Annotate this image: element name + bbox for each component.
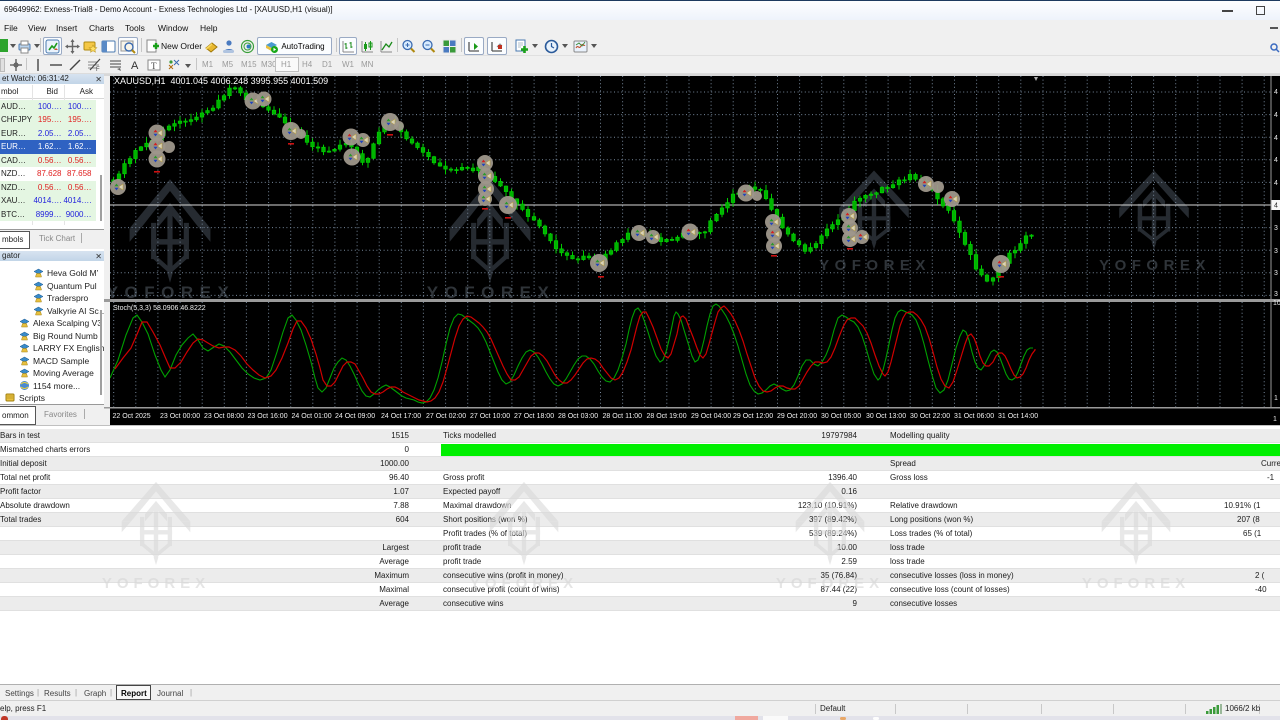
svg-text:F: F: [96, 67, 100, 72]
svg-text:Stoch(5,3,3) 58.0906 46.8222: Stoch(5,3,3) 58.0906 46.8222: [113, 305, 206, 312]
svg-text:4: 4: [1274, 157, 1278, 164]
svg-text:10: 10: [1273, 300, 1280, 307]
svg-text:4: 4: [1274, 112, 1278, 119]
svg-text:A: A: [131, 60, 139, 72]
svg-text:28 Oct 11:00: 28 Oct 11:00: [603, 413, 643, 420]
svg-text:29 Oct 04:00: 29 Oct 04:00: [691, 413, 731, 420]
svg-text:4: 4: [1274, 203, 1278, 210]
svg-text:28 Oct 03:00: 28 Oct 03:00: [558, 413, 598, 420]
svg-text:29 Oct 12:00: 29 Oct 12:00: [733, 413, 773, 420]
svg-text:27 Oct 18:00: 27 Oct 18:00: [514, 413, 554, 420]
svg-text:1: 1: [1273, 416, 1277, 423]
svg-text:23 Oct 16:00: 23 Oct 16:00: [248, 413, 288, 420]
svg-text:4: 4: [1274, 180, 1278, 187]
svg-text:23 Oct 08:00: 23 Oct 08:00: [204, 413, 244, 420]
svg-text:1: 1: [1274, 395, 1278, 402]
svg-text:XAUUSD,H1 4001.045 4006.248 3: XAUUSD,H1 4001.045 4006.248 3995.955 400…: [114, 76, 328, 86]
svg-text:30 Oct 13:00: 30 Oct 13:00: [866, 413, 906, 420]
svg-text:3: 3: [1274, 291, 1278, 298]
svg-text:29 Oct 20:00: 29 Oct 20:00: [777, 413, 817, 420]
svg-text:3: 3: [1274, 270, 1278, 277]
svg-text:28 Oct 19:00: 28 Oct 19:00: [647, 413, 687, 420]
svg-text:27 Oct 02:00: 27 Oct 02:00: [426, 413, 466, 420]
svg-text:3: 3: [1274, 225, 1278, 232]
svg-text:24 Oct 17:00: 24 Oct 17:00: [381, 413, 421, 420]
svg-text:31 Oct 14:00: 31 Oct 14:00: [998, 413, 1038, 420]
svg-text:YOFOREX: YOFOREX: [1099, 257, 1211, 274]
svg-text:4: 4: [1274, 89, 1278, 96]
svg-text:YOFOREX: YOFOREX: [819, 257, 931, 274]
svg-text:T: T: [151, 61, 157, 71]
svg-text:24 Oct 01:00: 24 Oct 01:00: [292, 413, 332, 420]
svg-text:27 Oct 10:00: 27 Oct 10:00: [470, 413, 510, 420]
svg-text:24 Oct 09:00: 24 Oct 09:00: [335, 413, 375, 420]
svg-text:30 Oct 05:00: 30 Oct 05:00: [821, 413, 861, 420]
svg-text:4: 4: [1274, 135, 1278, 142]
svg-text:30 Oct 22:00: 30 Oct 22:00: [910, 413, 950, 420]
svg-text:22 Oct 2025: 22 Oct 2025: [113, 413, 151, 420]
svg-text:3: 3: [1274, 248, 1278, 255]
svg-text:31 Oct 06:00: 31 Oct 06:00: [954, 413, 994, 420]
svg-text:23 Oct 00:00: 23 Oct 00:00: [160, 413, 200, 420]
